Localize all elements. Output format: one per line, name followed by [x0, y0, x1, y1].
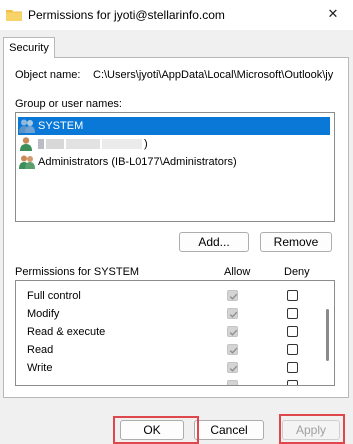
deny-column-label: Deny	[284, 266, 310, 278]
group-item-user[interactable]: )	[18, 135, 148, 153]
permission-label: Full control	[27, 290, 81, 302]
object-name-label: Object name:	[15, 69, 81, 81]
group-item-system[interactable]: SYSTEM	[18, 117, 330, 135]
deny-checkbox[interactable]	[287, 326, 298, 337]
deny-checkbox[interactable]	[287, 308, 298, 319]
permission-row: Modify	[16, 306, 316, 324]
deny-checkbox[interactable]	[287, 380, 298, 385]
window-title: Permissions for jyoti@stellarinfo.com	[28, 8, 225, 22]
group-item-administrators[interactable]: Administrators (IB-L0177\Administrators)	[18, 153, 237, 171]
group-item-label: SYSTEM	[38, 120, 84, 132]
permission-label: Read	[27, 344, 54, 356]
permission-row: Read	[16, 342, 316, 360]
group-item-label: )	[144, 138, 148, 150]
permission-label: Read & execute	[27, 326, 106, 338]
tab-security[interactable]: Security	[3, 37, 55, 58]
title-bar: Permissions for jyoti@stellarinfo.com ✕	[0, 0, 353, 30]
deny-checkbox[interactable]	[287, 362, 298, 373]
permission-row-partial	[16, 378, 316, 385]
permission-row: Write	[16, 360, 316, 378]
close-button[interactable]: ✕	[320, 3, 346, 25]
folder-icon	[6, 10, 22, 21]
allow-checkbox	[227, 362, 238, 373]
allow-column-label: Allow	[224, 266, 251, 278]
deny-checkbox[interactable]	[287, 290, 298, 301]
add-button[interactable]: Add...	[179, 232, 249, 252]
cancel-button[interactable]: Cancel	[194, 420, 264, 440]
group-names-label: Group or user names:	[15, 98, 122, 110]
permission-row: Full control	[16, 288, 316, 306]
redacted-text	[66, 139, 100, 149]
permission-row: Read & execute	[16, 324, 316, 342]
user-icon	[20, 137, 32, 151]
deny-checkbox[interactable]	[287, 344, 298, 355]
allow-checkbox	[227, 380, 238, 385]
group-list[interactable]: SYSTEM ) Administrators (IB-L0177\Admini…	[15, 112, 335, 222]
allow-checkbox	[227, 326, 238, 337]
object-name-value: C:\Users\jyoti\AppData\Local\Microsoft\O…	[93, 69, 334, 81]
permission-label: Modify	[27, 308, 60, 320]
group-item-label: Administrators (IB-L0177\Administrators)	[38, 156, 237, 168]
allow-checkbox	[227, 290, 238, 301]
permissions-list[interactable]: Full control Modify Read & execute Read …	[15, 280, 335, 386]
allow-checkbox	[227, 308, 238, 319]
apply-highlight-box	[279, 414, 345, 444]
permissions-header: Permissions for SYSTEM	[15, 266, 140, 278]
allow-checkbox	[227, 344, 238, 355]
close-icon: ✕	[327, 6, 339, 21]
ok-highlight-box	[113, 416, 199, 444]
remove-button[interactable]: Remove	[260, 232, 332, 252]
redacted-text	[38, 139, 44, 149]
permission-label: Write	[27, 362, 53, 374]
redacted-text	[46, 139, 64, 149]
scrollbar-thumb[interactable]	[326, 309, 329, 361]
redacted-text	[102, 139, 142, 149]
users-icon	[19, 119, 35, 133]
users-icon	[19, 155, 35, 169]
